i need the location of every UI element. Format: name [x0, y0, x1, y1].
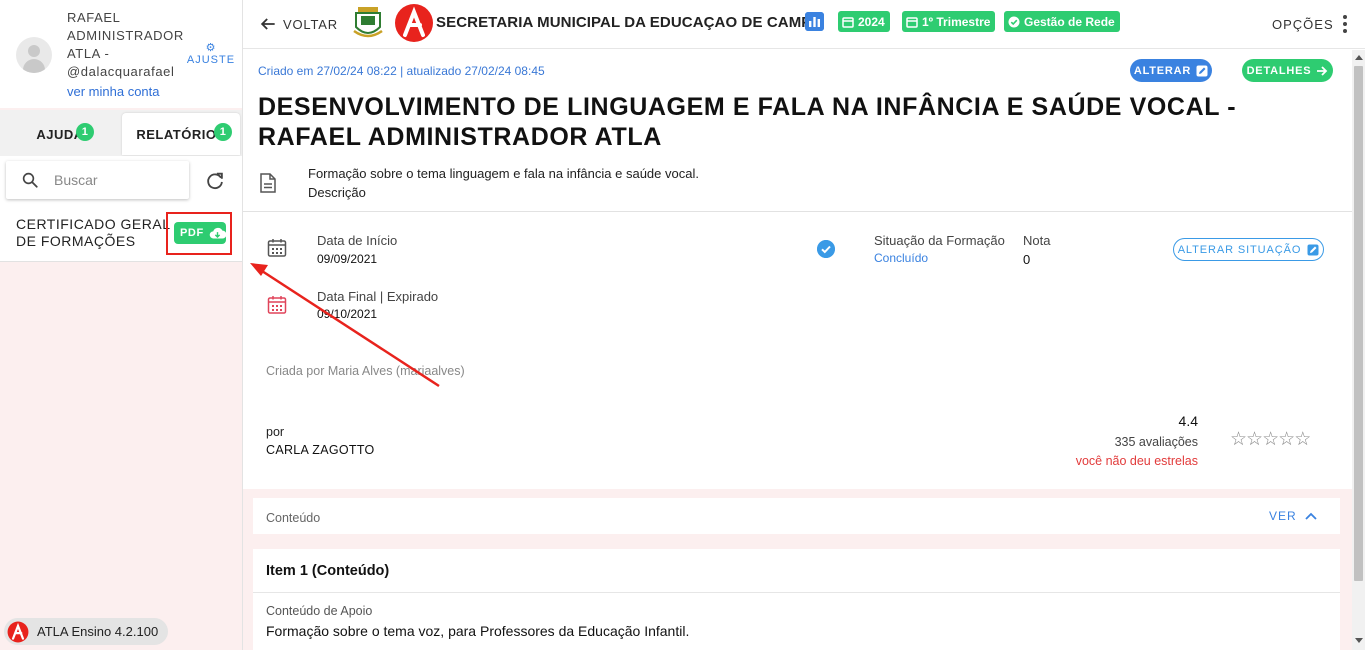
search-input[interactable]: [54, 169, 179, 191]
divider: [253, 592, 1340, 593]
description-text: Formação sobre o tema linguagem e fala n…: [308, 166, 699, 181]
description: Formação sobre o tema linguagem e fala n…: [308, 164, 699, 202]
atla-logo-icon: [395, 4, 433, 42]
apoio-label: Conteúdo de Apoio: [266, 604, 373, 618]
check-circle-icon: [1008, 16, 1020, 27]
user-name: RAFAEL ADMINISTRADOR ATLA - @dalacquaraf…: [67, 10, 184, 79]
year-badge-label: 2024: [858, 14, 885, 29]
scrollbar-thumb[interactable]: [1354, 66, 1363, 581]
content-label: Conteúdo: [266, 511, 321, 525]
divider: [243, 211, 1352, 212]
period-badge[interactable]: 1º Trimestre: [902, 11, 996, 32]
arrow-right-icon: [1317, 65, 1328, 76]
by-label: por: [266, 425, 285, 439]
tab-ajuda[interactable]: AJUDA 1: [0, 113, 120, 155]
network-badge-label: Gestão de Rede: [1024, 14, 1115, 29]
alterar-situacao-button[interactable]: ALTERAR SITUAÇÃO: [1173, 238, 1324, 261]
star-icon[interactable]: ☆: [1278, 429, 1295, 450]
search-box: [6, 161, 189, 199]
period-badge-label: 1º Trimestre: [922, 14, 991, 29]
chevron-up-icon: [1305, 512, 1317, 520]
author-name: CARLA ZAGOTTO: [266, 443, 375, 457]
star-rating[interactable]: ☆☆☆☆☆: [1230, 428, 1311, 451]
alterar-situacao-label: ALTERAR SITUAÇÃO: [1177, 243, 1302, 256]
nota-value: 0: [1023, 252, 1031, 267]
nota-label: Nota: [1023, 233, 1051, 248]
situacao-label: Situação da Formação: [874, 233, 1005, 248]
version-label: ATLA Ensino 4.2.100: [37, 624, 159, 639]
alterar-label: ALTERAR: [1133, 64, 1192, 77]
municipal-crest-icon: [353, 7, 383, 38]
alterar-button[interactable]: ALTERAR: [1130, 59, 1212, 82]
scroll-up-arrow[interactable]: [1355, 55, 1363, 60]
main-content: Criado em 27/02/24 08:22 | atualizado 27…: [243, 50, 1352, 650]
calendar-icon: [906, 16, 918, 28]
rating-count: 335 avaliações: [1114, 435, 1198, 449]
formation-title: DESENVOLVIMENTO DE LINGUAGEM E FALA NA I…: [258, 93, 1237, 151]
year-badge[interactable]: 2024: [838, 11, 890, 32]
sidebar: RAFAEL ADMINISTRADOR ATLA - @dalacquaraf…: [0, 0, 243, 650]
network-badge[interactable]: Gestão de Rede: [1004, 11, 1120, 32]
created-info: Criado em 27/02/24 08:22 | atualizado 27…: [258, 64, 545, 78]
version-badge[interactable]: ATLA Ensino 4.2.100: [4, 618, 168, 645]
arrow-left-icon[interactable]: [258, 14, 278, 34]
tab-relatorios-label: RELATÓRIOS: [136, 126, 226, 142]
content-header[interactable]: Conteúdo VER: [253, 498, 1340, 534]
tab-ajuda-count: 1: [76, 123, 94, 141]
user-rating-status: você não deu estrelas: [1075, 454, 1198, 468]
start-date-value: 09/09/2021: [317, 252, 378, 266]
atla-logo-icon: [7, 621, 29, 642]
sidebar-tabs: AJUDA 1 RELATÓRIOS 1: [0, 110, 242, 156]
star-icon[interactable]: ☆: [1230, 429, 1247, 450]
calendar-icon: [267, 296, 287, 314]
search-icon: [22, 172, 38, 188]
detalhes-button[interactable]: DETALHES: [1242, 59, 1333, 82]
search-row: [0, 156, 242, 206]
tab-relatorios[interactable]: RELATÓRIOS 1: [122, 113, 240, 155]
check-circle-icon: [817, 240, 835, 258]
refresh-icon[interactable]: [204, 170, 226, 192]
start-date-label: Data de Início: [317, 233, 398, 248]
rating-value: 4.4: [1178, 413, 1198, 429]
top-header: VOLTAR SECRETARIA MUNICIPAL DA EDUCAÇAO …: [243, 0, 1365, 49]
annotation-highlight-box: [166, 212, 232, 255]
end-date-value: 09/10/2021: [317, 307, 378, 321]
ver-button[interactable]: VER: [1269, 509, 1317, 523]
options-button[interactable]: OPÇÕES: [1272, 17, 1334, 32]
settings-button[interactable]: ⚙ AJUSTE: [186, 42, 236, 66]
content-item: Item 1 (Conteúdo) Conteúdo de Apoio Form…: [253, 549, 1340, 650]
detalhes-label: DETALHES: [1246, 64, 1312, 77]
ver-label: VER: [1269, 509, 1297, 523]
apoio-text: Formação sobre o tema voz, para Professo…: [266, 623, 690, 639]
star-icon[interactable]: ☆: [1294, 429, 1311, 450]
more-vert-icon[interactable]: [1342, 15, 1348, 35]
created-by: Criada por Maria Alves (mariaalves): [266, 364, 465, 378]
scrollbar[interactable]: [1352, 50, 1365, 650]
star-icon[interactable]: ☆: [1262, 429, 1279, 450]
tab-relatorios-count: 1: [214, 123, 232, 141]
calendar-icon: [842, 16, 854, 28]
avatar[interactable]: [16, 37, 52, 73]
document-icon: [260, 173, 276, 193]
description-label: Descrição: [308, 185, 366, 200]
settings-label: AJUSTE: [186, 54, 236, 66]
item-title: Item 1 (Conteúdo): [266, 563, 390, 579]
gear-icon: ⚙: [205, 42, 217, 54]
chart-icon[interactable]: [805, 12, 824, 31]
end-date-label: Data Final | Expirado: [317, 289, 439, 304]
my-account-link[interactable]: ver minha conta: [67, 84, 160, 99]
scroll-down-arrow[interactable]: [1355, 638, 1363, 643]
edit-icon: [1307, 244, 1319, 255]
calendar-icon: [267, 239, 287, 257]
star-icon[interactable]: ☆: [1246, 429, 1263, 450]
edit-icon: [1196, 65, 1208, 76]
situacao-value[interactable]: Concluído: [874, 251, 928, 265]
certificate-label: CERTIFICADO GERAL DE FORMAÇÕES: [16, 216, 170, 249]
back-button[interactable]: VOLTAR: [283, 17, 338, 32]
page-title: SECRETARIA MUNICIPAL DA EDUCAÇAO DE CAMP…: [436, 14, 824, 31]
user-panel: RAFAEL ADMINISTRADOR ATLA - @dalacquaraf…: [0, 0, 242, 108]
